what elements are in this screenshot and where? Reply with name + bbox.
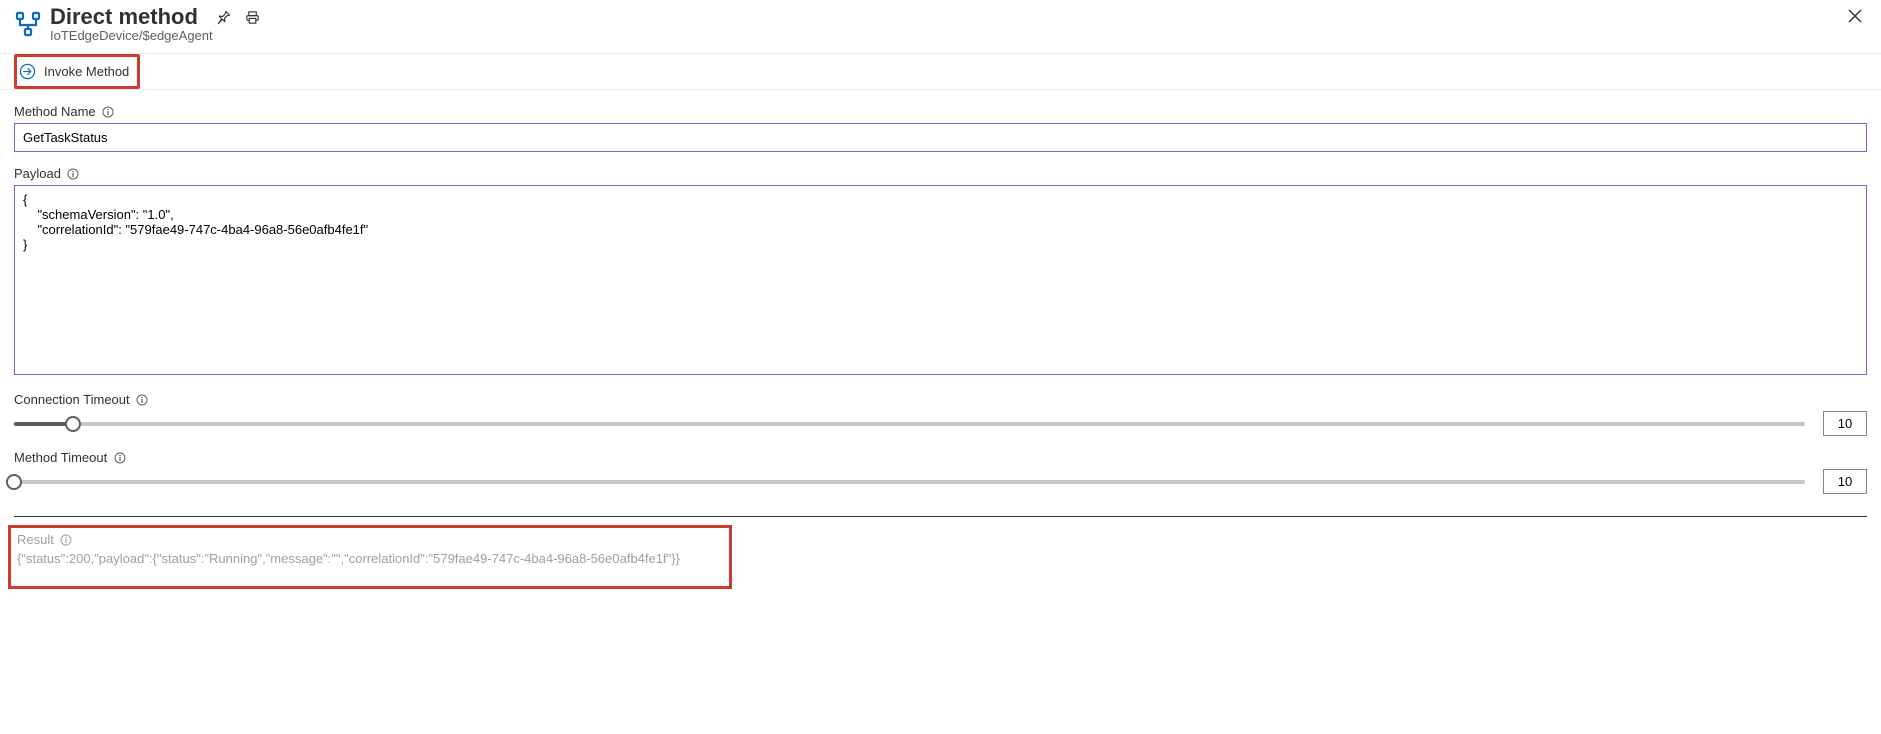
info-icon[interactable] bbox=[67, 167, 80, 180]
connection-timeout-label: Connection Timeout bbox=[14, 392, 1867, 407]
info-icon[interactable] bbox=[102, 105, 115, 118]
result-label: Result bbox=[17, 532, 723, 547]
close-icon[interactable] bbox=[1843, 4, 1867, 28]
info-icon[interactable] bbox=[60, 533, 73, 546]
method-timeout-label: Method Timeout bbox=[14, 450, 1867, 465]
payload-input[interactable] bbox=[14, 185, 1867, 375]
pin-icon[interactable] bbox=[216, 10, 231, 25]
direct-method-icon bbox=[14, 10, 42, 38]
method-name-input[interactable] bbox=[14, 123, 1867, 152]
method-name-label: Method Name bbox=[14, 104, 1867, 119]
payload-label: Payload bbox=[14, 166, 1867, 181]
print-icon[interactable] bbox=[245, 10, 260, 25]
connection-timeout-slider[interactable] bbox=[14, 414, 1805, 434]
invoke-method-label: Invoke Method bbox=[44, 64, 129, 79]
info-icon[interactable] bbox=[113, 451, 126, 464]
result-output: {"status":200,"payload":{"status":"Runni… bbox=[17, 551, 723, 566]
breadcrumb: IoTEdgeDevice/$edgeAgent bbox=[50, 28, 260, 43]
method-timeout-slider[interactable] bbox=[14, 472, 1805, 492]
method-timeout-value[interactable] bbox=[1823, 469, 1867, 494]
connection-timeout-value[interactable] bbox=[1823, 411, 1867, 436]
info-icon[interactable] bbox=[136, 393, 149, 406]
divider bbox=[14, 516, 1867, 517]
page-title: Direct method bbox=[50, 4, 198, 30]
invoke-method-button[interactable]: Invoke Method bbox=[14, 54, 140, 89]
invoke-icon bbox=[19, 63, 36, 80]
